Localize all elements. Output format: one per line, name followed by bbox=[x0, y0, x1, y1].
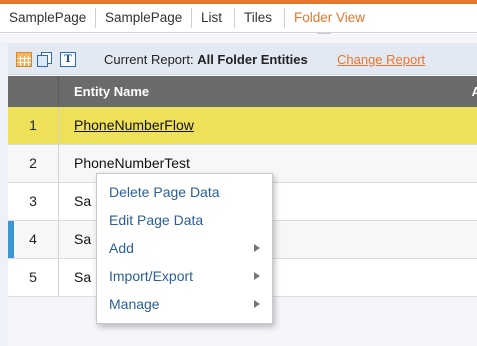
entity-name: Sa bbox=[74, 231, 92, 247]
menu-item-label: Import/Export bbox=[109, 268, 194, 284]
current-report-prefix: Current Report: bbox=[104, 52, 198, 67]
tab-samplepage-1[interactable]: SamplePage bbox=[0, 8, 86, 28]
menu-item-label: Add bbox=[109, 240, 134, 256]
text-icon[interactable]: T bbox=[60, 52, 76, 67]
menu-item-import-export[interactable]: Import/Export bbox=[97, 262, 272, 290]
entity-name-column-header[interactable]: Entity Name bbox=[74, 84, 149, 99]
submenu-arrow-icon bbox=[254, 244, 260, 252]
grid-header: Entity Name A bbox=[8, 76, 477, 107]
tab-samplepage-2[interactable]: SamplePage bbox=[95, 8, 182, 28]
tab-bar: SamplePage SamplePage List Tiles Folder … bbox=[0, 4, 477, 33]
entity-name: Sa bbox=[74, 193, 92, 209]
menu-item-add[interactable]: Add bbox=[97, 234, 272, 262]
row-number-column-header[interactable] bbox=[8, 76, 59, 107]
tab-tiles[interactable]: Tiles bbox=[234, 8, 272, 28]
row-number: 4 bbox=[8, 221, 59, 258]
row-number: 5 bbox=[8, 259, 59, 296]
row-number: 3 bbox=[8, 183, 59, 220]
change-report-link[interactable]: Change Report bbox=[337, 52, 425, 67]
context-menu: Delete Page Data Edit Page Data Add Impo… bbox=[96, 173, 273, 324]
current-report-name: All Folder Entities bbox=[197, 52, 308, 67]
entity-name: Sa bbox=[74, 269, 92, 285]
current-report-label: Current Report: All Folder Entities bbox=[104, 52, 308, 67]
row-number: 1 bbox=[8, 107, 59, 144]
row-number: 2 bbox=[8, 145, 59, 182]
menu-item-manage[interactable]: Manage bbox=[97, 290, 272, 318]
menu-item-label: Manage bbox=[109, 296, 160, 312]
report-toolbar: T Current Report: All Folder Entities Ch… bbox=[8, 43, 477, 75]
submenu-arrow-icon bbox=[254, 300, 260, 308]
menu-item-edit-page-data[interactable]: Edit Page Data bbox=[97, 206, 272, 234]
column-header-overflow: A bbox=[471, 84, 477, 99]
menu-item-label: Edit Page Data bbox=[109, 212, 204, 228]
panel-left-edge bbox=[0, 42, 8, 346]
table-row[interactable]: 1 PhoneNumberFlow bbox=[8, 107, 477, 145]
menu-item-delete-page-data[interactable]: Delete Page Data bbox=[97, 178, 272, 206]
entity-name-link[interactable]: PhoneNumberFlow bbox=[74, 107, 194, 144]
tab-folder-view[interactable]: Folder View bbox=[284, 8, 365, 28]
submenu-arrow-icon bbox=[254, 272, 260, 280]
pages-icon-front bbox=[37, 55, 48, 67]
menu-item-label: Delete Page Data bbox=[109, 184, 220, 200]
tab-list[interactable]: List bbox=[191, 8, 222, 28]
pages-icon[interactable] bbox=[37, 52, 53, 67]
grid-view-icon[interactable] bbox=[16, 52, 32, 67]
